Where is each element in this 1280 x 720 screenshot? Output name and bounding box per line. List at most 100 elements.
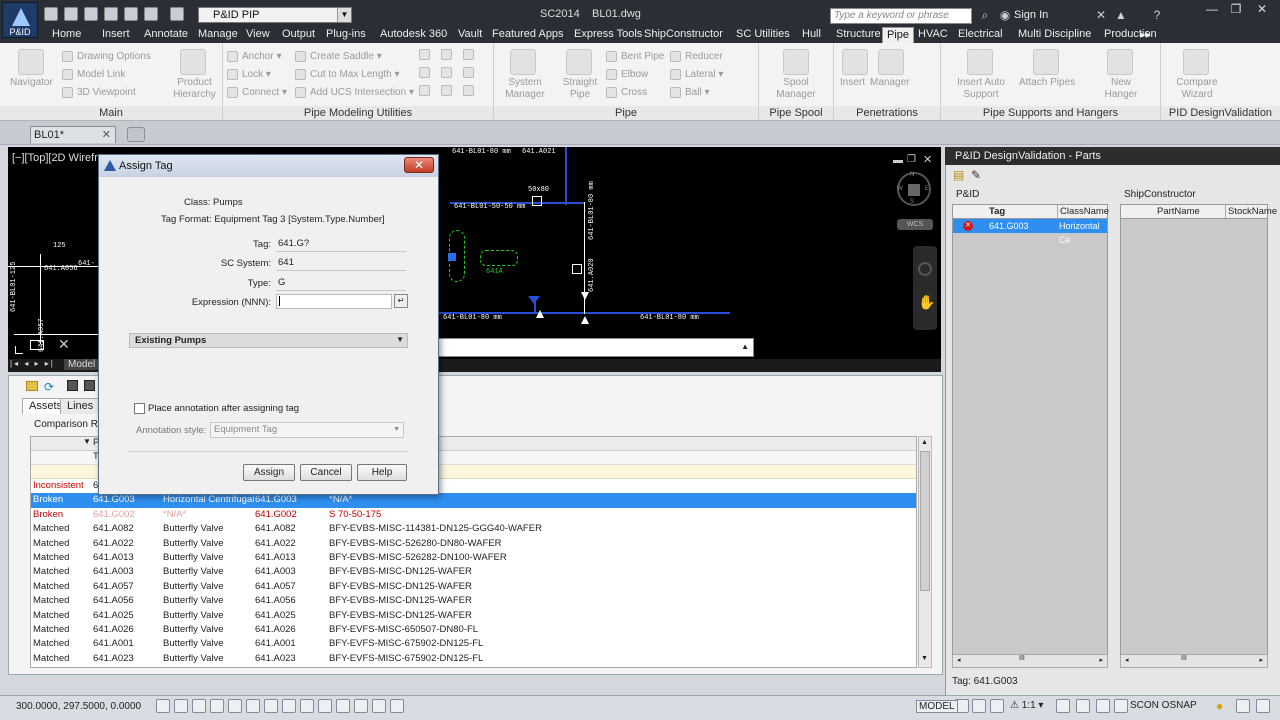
pump-motor-symbol[interactable] <box>480 250 518 266</box>
model-space-toggle[interactable]: MODEL <box>916 700 958 713</box>
insert-auto-support-button[interactable]: Insert Auto Support <box>949 77 1013 101</box>
drafting-toggle-icon[interactable] <box>156 699 170 713</box>
sc-grid-hscrollbar[interactable]: ◂ III ▸ <box>1120 654 1268 668</box>
system-manager-button[interactable]: System Manager <box>500 77 550 101</box>
tool-icon[interactable] <box>463 85 474 96</box>
penetration-insert-button[interactable]: Insert <box>840 77 865 88</box>
save-icon[interactable] <box>84 7 98 21</box>
exchange-icon[interactable]: ✕ <box>1094 8 1108 22</box>
drafting-toggle-icon[interactable] <box>174 699 188 713</box>
close-tab-icon[interactable]: ✕ <box>102 127 111 143</box>
wcs-menu[interactable]: WCS <box>897 219 933 230</box>
drafting-toggle-icon[interactable] <box>300 699 314 713</box>
drafting-toggle-icon[interactable] <box>318 699 332 713</box>
lock-button[interactable]: Lock ▾ <box>227 69 271 80</box>
workspace-tool-icon[interactable] <box>1096 699 1110 713</box>
tool-icon[interactable] <box>419 49 430 60</box>
coordinates-readout[interactable]: 300.0000, 297.5000, 0.0000 <box>16 701 141 712</box>
dialog-close-button[interactable]: ✕ <box>404 157 434 173</box>
sc-parts-grid[interactable]: PartName StockName <box>1120 204 1277 668</box>
table-row[interactable]: Matched 641.A057 Butterfly Valve 641.A057 BF… <box>31 580 916 594</box>
tab-production[interactable]: Production <box>1100 27 1161 43</box>
help-icon[interactable]: ? <box>1150 8 1164 22</box>
scroll-thumb[interactable] <box>920 451 930 591</box>
tab-autodesk-360[interactable]: Autodesk 360 <box>376 27 451 43</box>
drawing-options-button[interactable]: Drawing Options <box>62 51 151 62</box>
tab-sc-utilities[interactable]: SC Utilities <box>732 27 794 43</box>
parts-palette-title[interactable]: P&ID DesignValidation - Parts <box>945 147 1280 165</box>
scroll-right-icon[interactable]: ▸ <box>1259 656 1263 664</box>
place-annotation-checkbox[interactable] <box>134 403 145 414</box>
col-classname[interactable]: ClassName <box>1057 205 1109 218</box>
tab-manage[interactable]: Manage <box>194 27 242 43</box>
compare-wizard-button[interactable]: Compare Wizard <box>1173 77 1221 101</box>
help-button[interactable]: Help <box>357 464 407 481</box>
tab-annotate[interactable]: Annotate <box>140 27 192 43</box>
tab-lines[interactable]: Lines <box>60 398 101 414</box>
col-partname[interactable]: PartName <box>1157 205 1200 218</box>
drafting-toggle-icon[interactable] <box>246 699 260 713</box>
search-icon[interactable]: ⌕ <box>978 8 992 22</box>
save-report-icon[interactable] <box>67 380 78 391</box>
layout-icon[interactable] <box>972 699 986 713</box>
new-file-icon[interactable] <box>44 7 58 21</box>
folder-icon[interactable]: ▤ <box>953 168 964 182</box>
tool-icon[interactable] <box>419 67 430 78</box>
tab-featured-apps[interactable]: Featured Apps <box>488 27 568 43</box>
table-row[interactable]: Matched 641.A003 Butterfly Valve 641.A003 BF… <box>31 565 916 579</box>
sign-in-link[interactable]: Sign In <box>1014 9 1048 21</box>
viewport-controls-label[interactable]: [−][Top][2D Wirefra <box>12 152 104 164</box>
workspace-tool-icon[interactable] <box>1114 699 1128 713</box>
drafting-toggle-icon[interactable] <box>282 699 296 713</box>
steering-wheel-icon[interactable] <box>918 262 932 276</box>
maximize-button[interactable]: ❐ <box>1222 0 1250 18</box>
scroll-right-icon[interactable]: ▸ <box>1099 656 1103 664</box>
elbow-button[interactable]: Elbow <box>606 69 648 80</box>
redo-icon[interactable] <box>170 7 184 21</box>
existing-pumps-header[interactable]: Existing Pumps ▼ <box>129 333 408 348</box>
table-row[interactable]: Matched 641.A056 Butterfly Valve 641.A056 BF… <box>31 594 916 608</box>
lightbulb-icon[interactable]: ● <box>1216 699 1223 713</box>
grip-point[interactable] <box>448 253 456 261</box>
pid-parts-grid[interactable]: Tag ClassName ✕ 641.G003 Horizontal Ce <box>952 204 1109 668</box>
lateral-button[interactable]: Lateral ▾ <box>670 69 723 80</box>
drafting-toggle-icon[interactable] <box>354 699 368 713</box>
tab-model[interactable]: Model <box>64 359 100 370</box>
spool-manager-button[interactable]: Spool Manager <box>763 77 829 101</box>
tab-multi-discipline[interactable]: Multi Discipline <box>1014 27 1095 43</box>
table-row[interactable]: Broken 641.G002 *N/A* 641.G002 S 70-50-175 <box>31 508 916 522</box>
workspace-tool-icon[interactable] <box>1236 699 1250 713</box>
3d-viewpoint-button[interactable]: 3D Viewpoint <box>62 87 136 98</box>
tab-hvac[interactable]: HVAC <box>914 27 952 43</box>
viewport-restore-icon[interactable]: ❐ <box>907 154 916 165</box>
tab-vault[interactable]: Vault <box>454 27 486 43</box>
dialog-title-bar[interactable]: Assign Tag <box>99 155 438 177</box>
workspace-tool-icon[interactable] <box>1076 699 1090 713</box>
scon-osnap-toggle[interactable]: SCON OSNAP <box>1130 700 1197 711</box>
viewport-close-icon[interactable]: ✕ <box>923 153 932 166</box>
tool-icon[interactable] <box>419 85 430 96</box>
tool-icon[interactable] <box>463 67 474 78</box>
scroll-up-icon[interactable]: ▲ <box>921 439 928 446</box>
undo-icon[interactable] <box>144 7 158 21</box>
refresh-icon[interactable]: ⟳ <box>44 380 54 394</box>
cut-to-max-button[interactable]: Cut to Max Length ▾ <box>295 69 400 80</box>
drafting-toggle-icon[interactable] <box>228 699 242 713</box>
tab-express-tools[interactable]: Express Tools <box>570 27 646 43</box>
drafting-toggle-icon[interactable] <box>390 699 404 713</box>
tool-icon[interactable] <box>463 49 474 60</box>
cancel-button[interactable]: Cancel <box>300 464 352 481</box>
help-search-input[interactable]: Type a keyword or phrase <box>830 8 972 24</box>
table-row[interactable]: Matched 641.A001 Butterfly Valve 641.A001 BF… <box>31 637 916 651</box>
table-row[interactable]: Matched 641.A023 Butterfly Valve 641.A023 BF… <box>31 652 916 666</box>
viewcube-face[interactable] <box>908 184 920 196</box>
annotation-scale[interactable]: ⚠ 1:1 ▾ <box>1010 700 1043 711</box>
tab-plug-ins[interactable]: Plug-ins <box>322 27 370 43</box>
open-file-icon[interactable] <box>64 7 78 21</box>
tool-icon[interactable] <box>441 49 452 60</box>
expand-icon[interactable]: ▼ <box>396 335 404 344</box>
workspace-selector[interactable]: P&ID PIP ▼ <box>198 7 352 23</box>
application-menu-button[interactable]: P&ID <box>2 2 38 38</box>
tab-output[interactable]: Output <box>278 27 319 43</box>
table-row[interactable]: Matched 641.A026 Butterfly Valve 641.A026 BF… <box>31 623 916 637</box>
